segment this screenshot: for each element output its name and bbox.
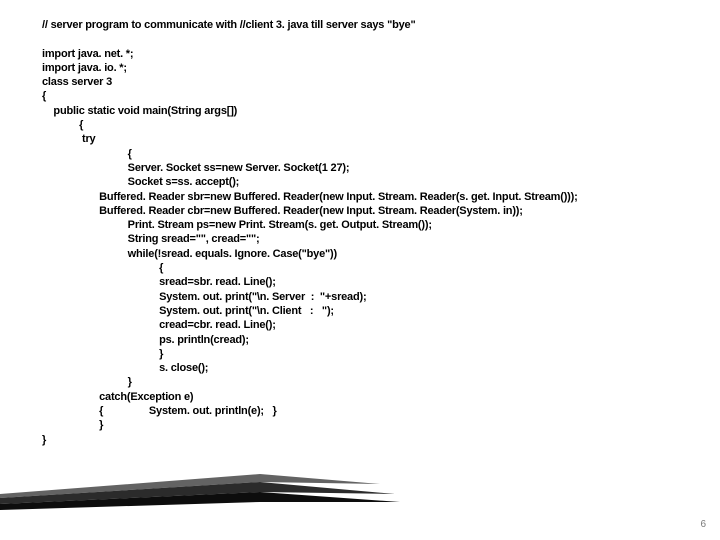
- slide-container: // server program to communicate with //…: [0, 0, 720, 540]
- bottom-decoration: [0, 472, 420, 514]
- code-block: // server program to communicate with //…: [42, 18, 720, 447]
- page-number: 6: [700, 519, 706, 530]
